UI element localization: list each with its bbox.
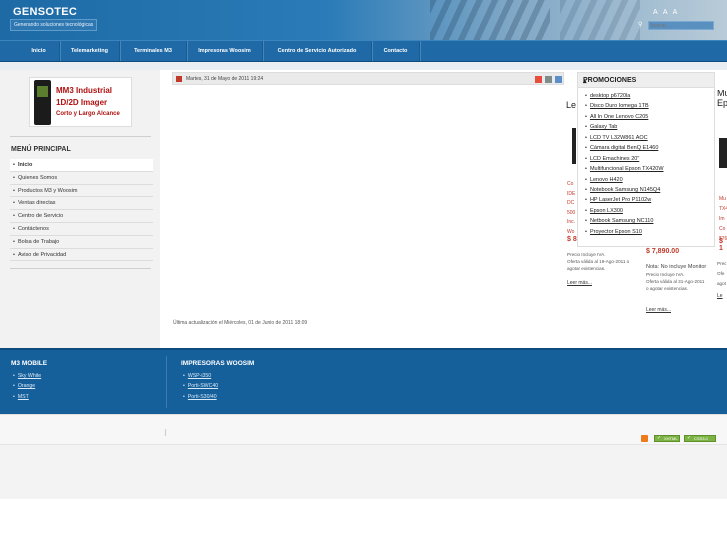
main-menu: Inicio Quienes Somos Productos M3 y Woos…	[10, 159, 153, 262]
slide-left-notes: Precio Incluye IVA. Oferta válida al 19-…	[567, 252, 630, 271]
promo-item[interactable]: desktop p6720la	[585, 93, 664, 103]
promo-item[interactable]: All In One Lenovo C205	[585, 114, 664, 124]
product-image-left	[572, 128, 576, 164]
footer-link[interactable]: MST	[13, 394, 47, 404]
font-size-controls[interactable]: A A A	[653, 9, 679, 16]
rss-icon[interactable]	[641, 435, 648, 442]
calendar-icon	[176, 76, 182, 82]
site-slogan: Generando soluciones tecnológicas	[10, 19, 98, 31]
collapse-icon[interactable]: ▴	[583, 77, 587, 85]
banner-line-1: MM3 Industrial	[56, 86, 113, 95]
menu-item-contactenos[interactable]: Contáctenos	[10, 223, 153, 236]
xhtml-valid-badge[interactable]: XHTML	[654, 435, 680, 442]
slide-mid-read-more[interactable]: Leer más...	[646, 307, 671, 313]
site-logo[interactable]: GENSOTEC	[13, 6, 77, 18]
promo-item[interactable]: Epson LX300	[585, 208, 664, 218]
promo-item[interactable]: Netbook Samsung NC110	[585, 218, 664, 228]
promociones-list: desktop p6720la Disco Duro Iomega 1TB Al…	[585, 93, 664, 239]
promo-item[interactable]: LCD TV L32W861 AOC	[585, 135, 664, 145]
promo-item[interactable]: HP LaserJet Pro P1102w	[585, 197, 664, 207]
nav-telemarketing[interactable]: Telemarketing	[60, 41, 120, 61]
footer-link[interactable]: Porti-S30/40	[183, 394, 254, 404]
footer-link[interactable]: Sky White	[13, 373, 47, 383]
search-input[interactable]	[648, 21, 714, 30]
nav-inicio[interactable]: Inicio	[18, 41, 60, 61]
header-leaf-decoration	[430, 0, 550, 40]
nav-centro-servicio[interactable]: Centro de Servicio Autorizado	[263, 41, 372, 61]
footer-divider	[166, 356, 167, 408]
slide-right-price: $ 1	[719, 238, 723, 252]
promo-item[interactable]: Lenovo H420	[585, 177, 664, 187]
mm3-banner[interactable]: MM3 Industrial 1D/2D Imager Corto y Larg…	[29, 77, 132, 127]
promo-item[interactable]: LCD Emachines 20"	[585, 156, 664, 166]
slide-right-notes: Prec Ofe agot	[717, 261, 727, 286]
promo-item[interactable]: Galaxy Tab	[585, 124, 664, 134]
main-nav: Inicio Telemarketing Terminales M3 Impre…	[0, 40, 727, 62]
footer-link[interactable]: Orange	[13, 383, 47, 393]
slide-left-specs: Co IDE DC 500 Inc. Wo	[567, 181, 576, 235]
product-image-right	[719, 138, 727, 168]
slide-title-right-2: Ep	[717, 98, 727, 108]
divider	[10, 268, 151, 269]
promo-item[interactable]: Cámara digital BenQ E1460	[585, 145, 664, 155]
header-leaf-decoration	[560, 0, 640, 40]
nav-terminales-m3[interactable]: Terminales M3	[120, 41, 187, 61]
footer-title-m3: M3 MOBILE	[11, 360, 48, 367]
article-date: Martes, 31 de Mayo de 2011 19:24	[186, 76, 264, 82]
menu-item-aviso-privacidad[interactable]: Aviso de Privacidad	[10, 249, 153, 262]
promociones-panel: PROMOCIONES ▴ desktop p6720la Disco Duro…	[577, 72, 715, 247]
email-icon[interactable]	[555, 76, 562, 83]
nav-impresoras-woosim[interactable]: Impresoras Woosim	[187, 41, 263, 61]
divider	[10, 136, 151, 137]
article-header: Martes, 31 de Mayo de 2011 19:24	[172, 72, 564, 85]
sub-nav-band	[0, 62, 727, 70]
menu-item-inicio[interactable]: Inicio	[10, 159, 153, 172]
print-icon[interactable]	[545, 76, 552, 83]
slide-title-right-1: Mu	[717, 90, 727, 98]
handheld-device-image	[34, 80, 51, 125]
menu-item-productos[interactable]: Productos M3 y Woosim	[10, 185, 153, 198]
menu-title: MENÚ PRINCIPAL	[11, 146, 71, 153]
footer-title-woosim: IMPRESORAS WOOSIM	[181, 360, 255, 367]
search-box: ⚲	[638, 21, 716, 30]
promo-item[interactable]: Proyector Epson S10	[585, 229, 664, 239]
promociones-header: PROMOCIONES ▴	[578, 73, 714, 88]
promo-item[interactable]: Notebook Samsung N145Q4	[585, 187, 664, 197]
footer-col-woosim: IMPRESORAS WOOSIM WSP-i350 Porti-SWC40 P…	[181, 360, 254, 404]
promo-item[interactable]: Disco Duro Iomega 1TB	[585, 103, 664, 113]
header: GENSOTEC Generando soluciones tecnológic…	[0, 0, 727, 40]
search-icon: ⚲	[638, 22, 643, 28]
slide-right-read-more[interactable]: Le	[717, 293, 723, 299]
footer-col-m3: M3 MOBILE Sky White Orange MST	[11, 360, 47, 404]
menu-item-ventas[interactable]: Ventas directas	[10, 197, 153, 211]
banner-line-3: Corto y Largo Alcance	[56, 111, 120, 117]
footer-link[interactable]: Porti-SWC40	[183, 383, 254, 393]
promociones-title: PROMOCIONES	[583, 77, 637, 84]
menu-item-centro-servicio[interactable]: Centro de Servicio	[10, 210, 153, 223]
css-valid-badge[interactable]: CSS3.0	[684, 435, 716, 442]
page-bottom	[0, 444, 727, 499]
page: GENSOTEC Generando soluciones tecnológic…	[0, 0, 727, 545]
slide-title-left: Le	[566, 100, 577, 110]
divider	[165, 429, 166, 436]
slide-left-read-more[interactable]: Leer más...	[567, 280, 592, 286]
menu-item-bolsa-trabajo[interactable]: Bolsa de Trabajo	[10, 236, 153, 249]
menu-item-quienes-somos[interactable]: Quienes Somos	[10, 172, 153, 185]
bottom-bar	[0, 414, 727, 444]
nav-contacto[interactable]: Contacto	[372, 41, 420, 61]
promo-item[interactable]: Multifuncional Epson TX420W	[585, 166, 664, 176]
banner-line-2: 1D/2D Imager	[56, 98, 108, 107]
footer-link[interactable]: WSP-i350	[183, 373, 254, 383]
slide-right-specs: Mu TX4 Im Co $76	[719, 196, 727, 242]
slide-left-price: $ 8	[567, 236, 577, 243]
slide-mid-price: $ 7,890.00	[646, 248, 680, 255]
slide-mid-notes: Nota: No incluye Monitor Precio Incluye …	[646, 264, 707, 291]
footer: M3 MOBILE Sky White Orange MST IMPRESORA…	[0, 348, 727, 414]
last-update: Última actualización el Miércoles, 01 de…	[173, 320, 308, 326]
pdf-icon[interactable]	[535, 76, 542, 83]
